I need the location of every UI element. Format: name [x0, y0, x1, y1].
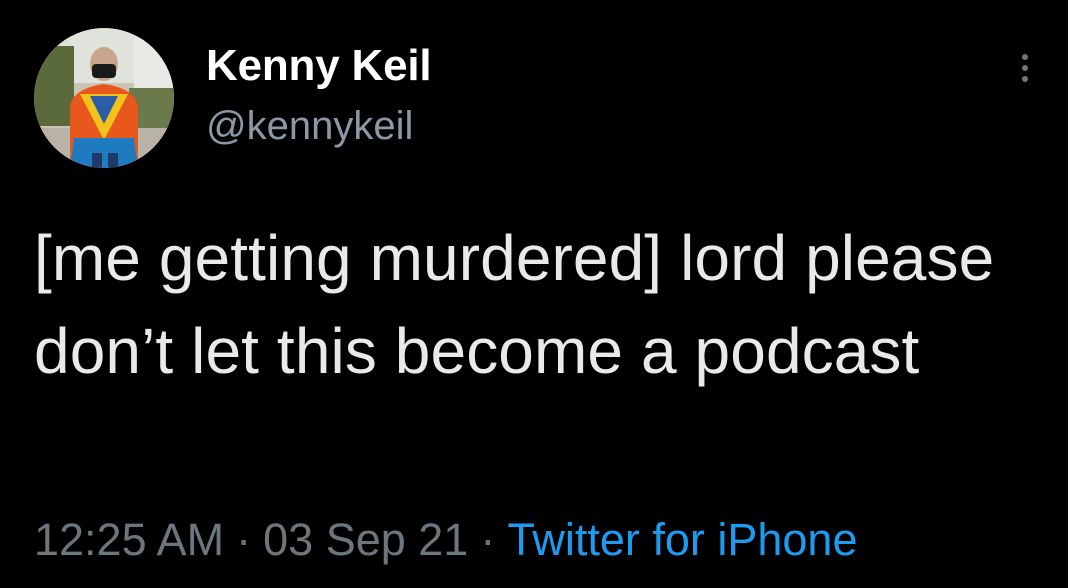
avatar[interactable]	[34, 28, 174, 168]
user-handle[interactable]: @kennykeil	[206, 102, 431, 150]
tweet-date[interactable]: 03 Sep 21	[263, 514, 468, 565]
tweet-text: [me getting murdered] lord please don’t …	[34, 222, 995, 387]
tweet-meta: 12:25 AM · 03 Sep 21 · Twitter for iPhone	[34, 510, 857, 570]
display-name[interactable]: Kenny Keil	[206, 40, 432, 92]
author-names: Kenny Keil @kennykeil	[206, 40, 432, 150]
meta-separator: ·	[480, 514, 496, 565]
tweet-source-link[interactable]: Twitter for iPhone	[507, 514, 857, 565]
more-vertical-icon[interactable]	[1019, 54, 1031, 94]
avatar-photo	[34, 28, 174, 168]
tweet-header: Kenny Keil @kennykeil	[34, 28, 1034, 170]
meta-separator: ·	[236, 514, 252, 565]
tweet-card: Kenny Keil @kennykeil [me getting murder…	[0, 0, 1068, 588]
tweet-time[interactable]: 12:25 AM	[34, 514, 224, 565]
